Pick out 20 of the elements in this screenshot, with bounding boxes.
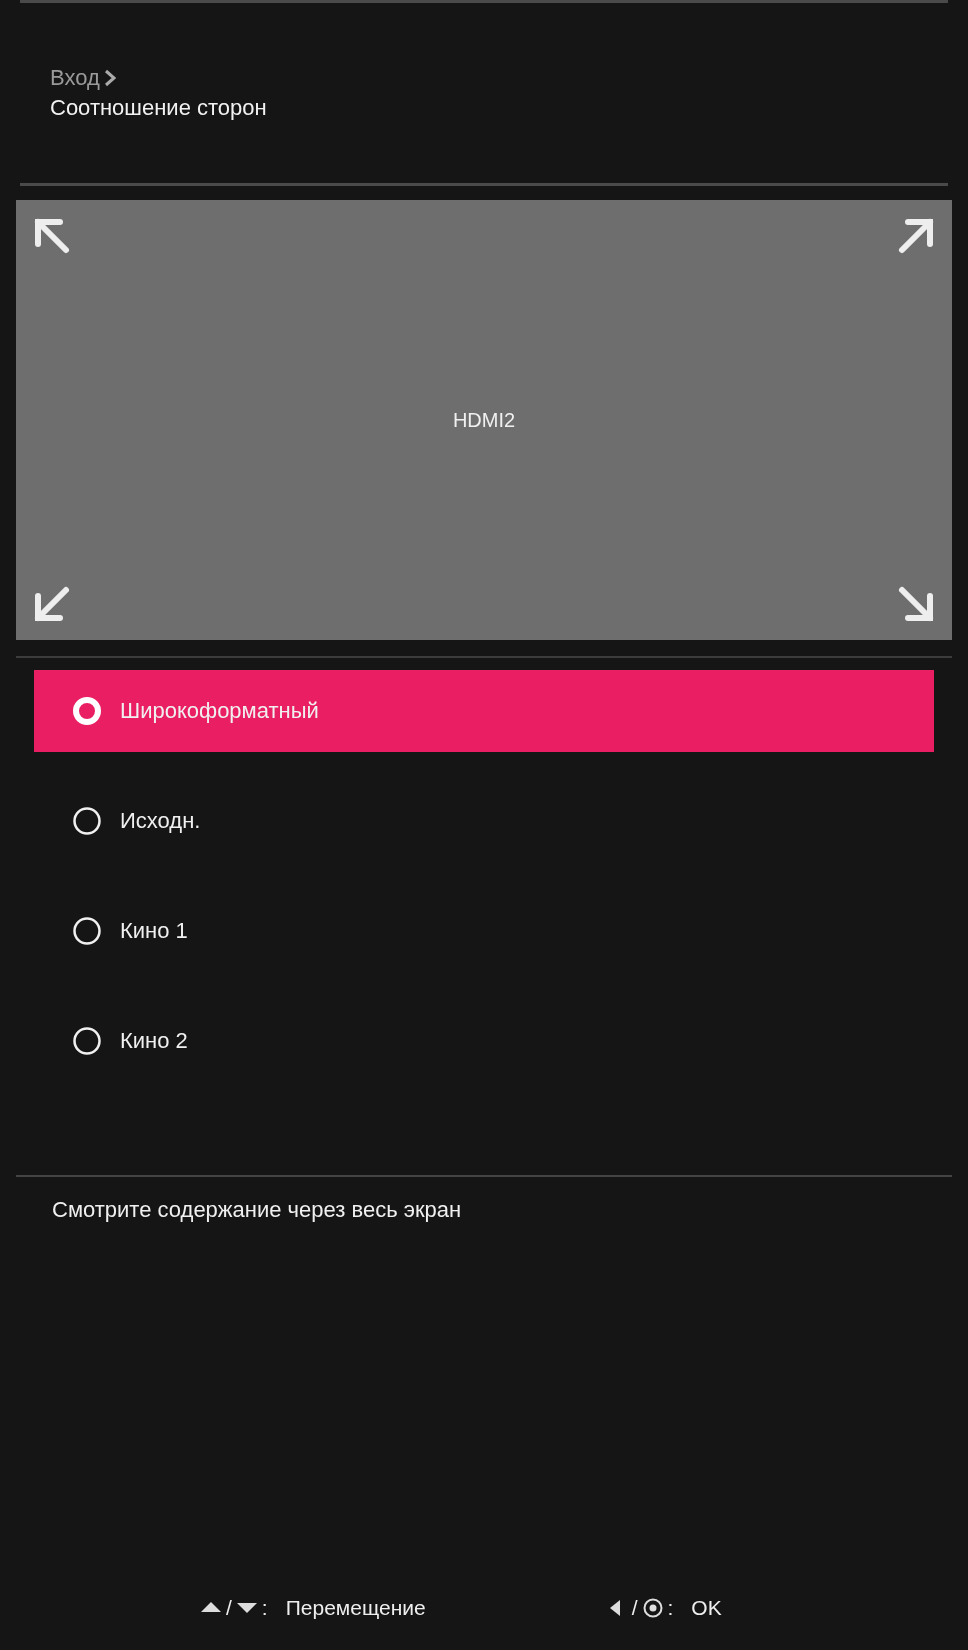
chevron-icon <box>103 69 116 87</box>
hint-action: OK <box>691 1596 722 1620</box>
hint-action: Перемещение <box>285 1596 426 1620</box>
key-colon: : <box>261 1596 268 1620</box>
corner-arrow-icon <box>896 216 936 256</box>
menu-title: Соотношение сторон <box>50 95 268 121</box>
aspect-option[interactable]: Кино 2 <box>34 1000 934 1082</box>
aspect-option[interactable]: Исходн. <box>34 780 934 862</box>
aspect-option[interactable]: Широкоформатный <box>34 670 934 752</box>
breadcrumb-parent: Вход <box>50 65 100 91</box>
key-separator: / <box>631 1596 638 1620</box>
enter-icon <box>641 1598 664 1618</box>
key-colon: : <box>667 1596 674 1620</box>
aspect-option[interactable]: Кино 1 <box>34 890 934 972</box>
corner-arrow-icon <box>32 216 72 256</box>
corner-arrow-icon <box>896 584 936 624</box>
source-label: HDMI2 <box>452 408 516 432</box>
key-separator: / <box>226 1596 232 1620</box>
corner-arrow-icon <box>32 584 72 624</box>
description-text: Смотрите содержание через весь экран <box>51 1196 463 1224</box>
